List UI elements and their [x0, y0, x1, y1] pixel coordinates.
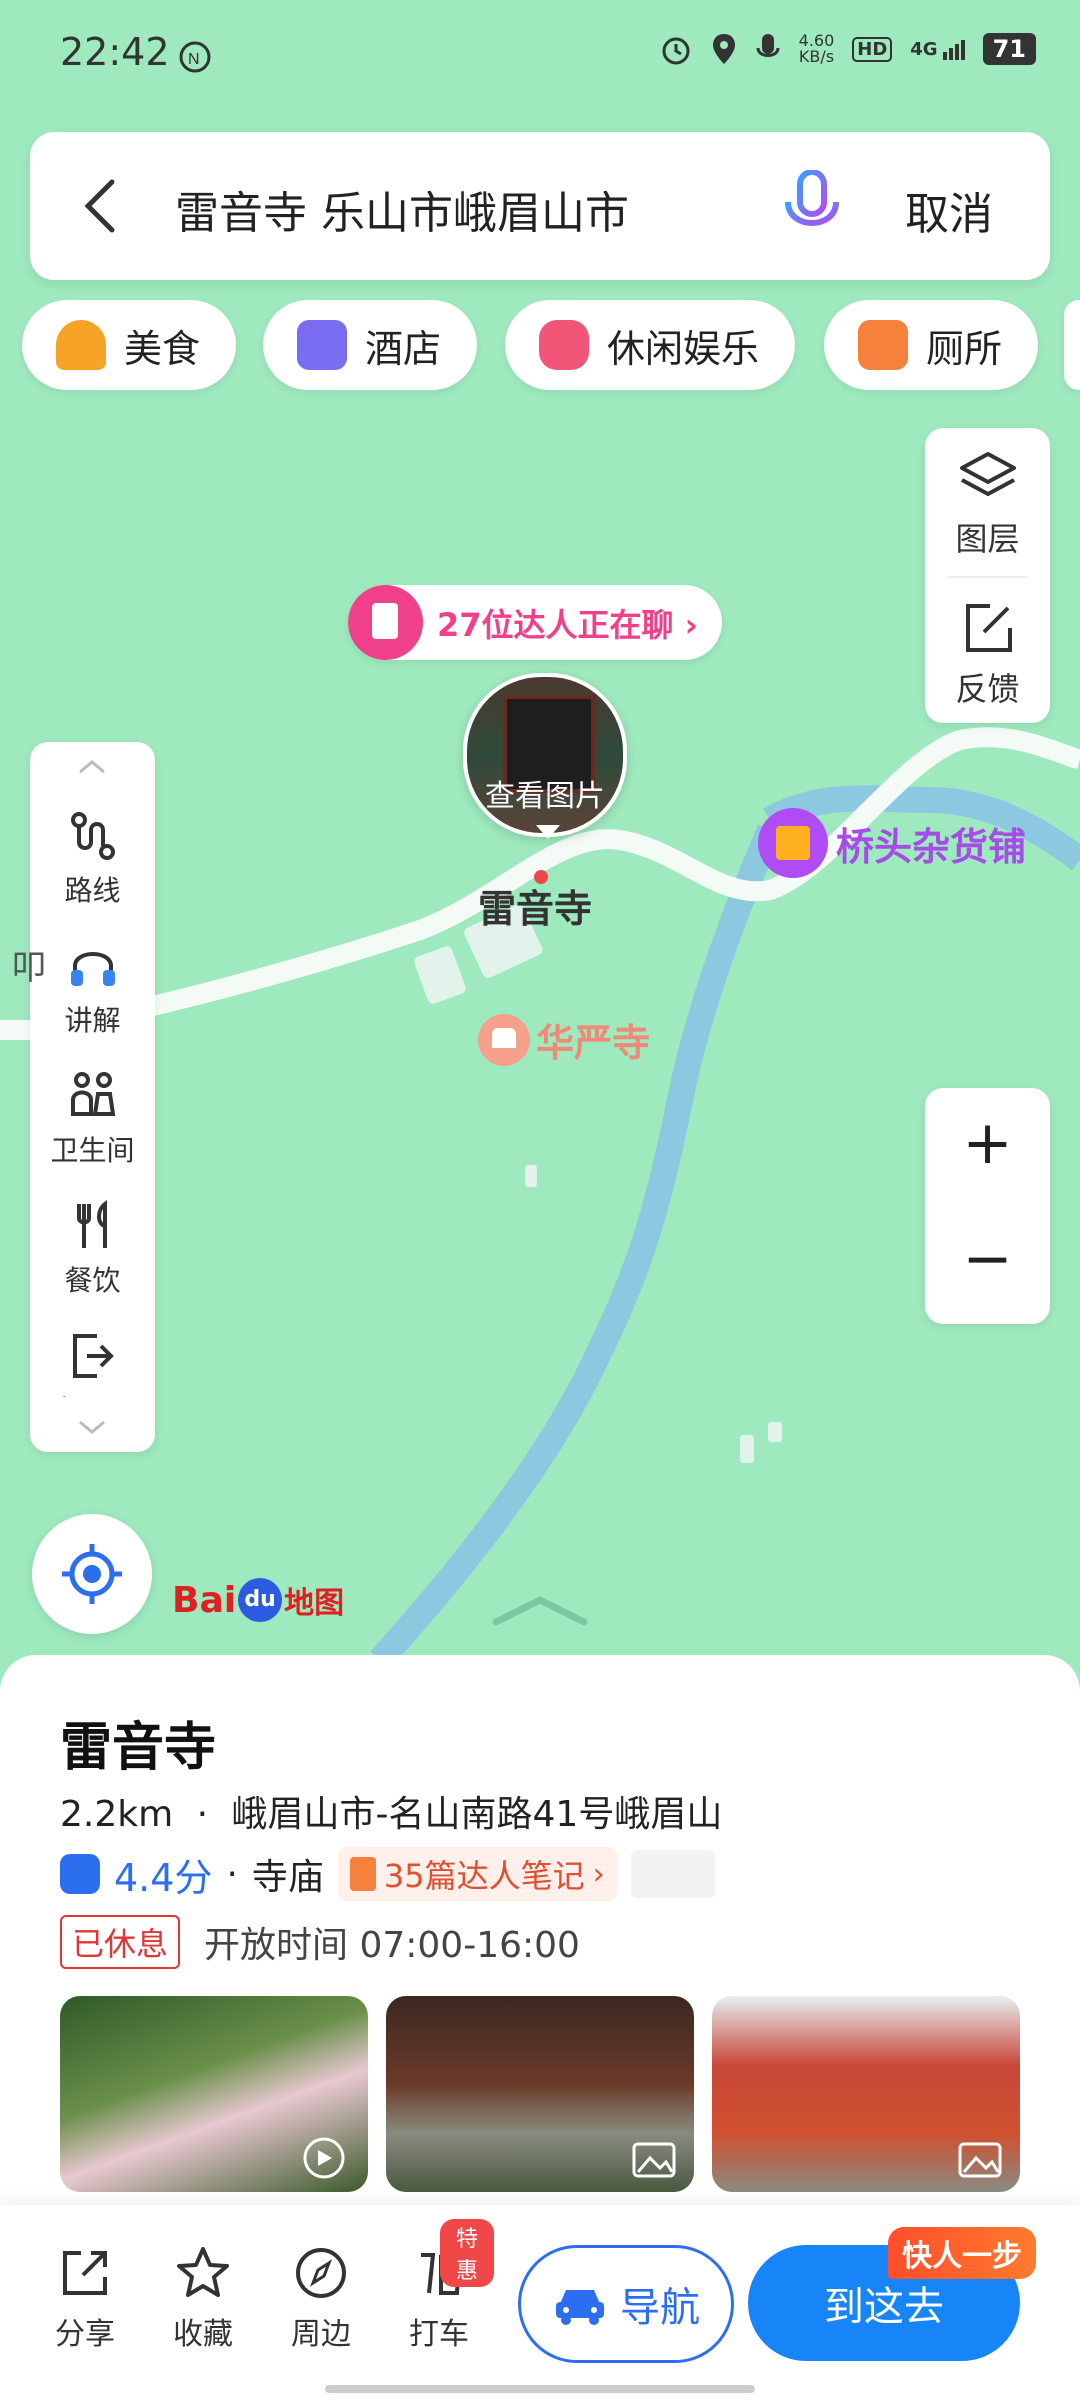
edge-label: 叩 [12, 948, 46, 988]
image-icon [958, 2142, 1002, 2178]
fork-knife-icon [76, 1199, 107, 1248]
baidu-logo: Bai du 地图 [172, 1578, 345, 1622]
svg-text:N: N [188, 51, 200, 68]
place-photo[interactable] [60, 1996, 368, 2192]
image-icon [632, 2142, 676, 2178]
rating-value: 4.4分 [114, 1855, 213, 1900]
collect-button[interactable]: 收藏 [148, 2245, 258, 2353]
voice-search-icon[interactable] [780, 170, 844, 242]
zoom-out-button[interactable]: − [925, 1224, 1050, 1294]
nfc-icon: N [179, 41, 211, 73]
feedback-button[interactable]: 反馈 [925, 600, 1050, 710]
mic-status-icon [756, 34, 780, 57]
taxi-promo-badge: 特惠 [440, 2219, 494, 2287]
location-icon [712, 34, 735, 64]
chip-food[interactable]: 美食 [22, 300, 237, 390]
status-badge: 已休息 [60, 1915, 181, 1969]
sheet-handle-chevron-icon[interactable] [490, 1592, 590, 1628]
shop-marker[interactable]: 桥头杂货铺 [758, 808, 1026, 878]
marker-pin [536, 825, 560, 839]
status-bar: 22:42 N 4.60 KB/s HD 4G 71 [0, 0, 1080, 110]
place-photo[interactable] [386, 1996, 694, 2192]
place-photo[interactable] [712, 1996, 1020, 2192]
gift-icon [758, 808, 828, 878]
divider [947, 576, 1028, 578]
notes-badge[interactable]: 35篇达人笔记 › [337, 1847, 617, 1901]
note-icon [349, 1857, 376, 1891]
net-speed: 4.60 KB/s [798, 31, 835, 66]
action-bar: 分享 收藏 周边 打车 特惠 导航 到这去 快人一步 [0, 2205, 1080, 2400]
chat-bubble[interactable]: 27位达人正在聊 › [348, 585, 722, 660]
gamepad-icon [539, 320, 589, 370]
food-icon [56, 320, 106, 370]
tool-audio-guide[interactable]: 讲解 [30, 940, 155, 1039]
alarm-icon [662, 37, 690, 65]
restroom-icon [70, 1072, 115, 1116]
place-rating-line: 4.4分 · 寺庙 35篇达人笔记 › [60, 1847, 715, 1901]
share-button[interactable]: 分享 [30, 2245, 140, 2353]
hd-badge: HD [852, 36, 893, 62]
home-indicator[interactable] [325, 2385, 755, 2393]
place-category: 寺庙 [251, 1857, 324, 1898]
building [525, 1165, 537, 1187]
placeholder-tag [630, 1850, 715, 1898]
paw-icon: du [238, 1578, 283, 1622]
chip-toilet[interactable]: 厕所 [824, 300, 1039, 390]
navigate-button[interactable]: 导航 [518, 2245, 734, 2363]
route-icon [70, 812, 115, 860]
taxi-button[interactable]: 打车 特惠 [384, 2219, 494, 2353]
building [740, 1435, 754, 1463]
locate-icon [62, 1544, 122, 1604]
hotel-icon [297, 320, 347, 370]
place-address-line: 2.2km · 峨眉山市-名山南路41号峨眉山 [60, 1794, 723, 1835]
video-icon [303, 2137, 345, 2179]
rating-icon [60, 1854, 100, 1894]
toilet-icon [858, 320, 908, 370]
chevron-down-icon[interactable] [76, 1418, 108, 1436]
status-right: 4.60 KB/s HD 4G 71 [659, 32, 1036, 66]
chip-entertainment[interactable]: 休闲娱乐 [505, 300, 796, 390]
opening-hours: 开放时间 07:00-16:00 [204, 1925, 580, 1966]
share-icon [63, 2251, 107, 2295]
signal-icon: 4G [910, 39, 965, 60]
building [414, 946, 466, 1004]
chip-more[interactable] [1064, 300, 1080, 390]
place-name: 雷音寺 [60, 1718, 217, 1778]
map-tools-panel: 图层 反馈 [925, 428, 1050, 723]
nearby-button[interactable]: 周边 [266, 2245, 376, 2353]
building [768, 1422, 782, 1442]
layers-button[interactable]: 图层 [925, 450, 1050, 560]
back-arrow-icon[interactable] [82, 178, 118, 234]
my-location-button[interactable] [32, 1514, 152, 1634]
battery-indicator: 71 [982, 33, 1036, 65]
temple-marker[interactable]: 华严寺 [478, 1012, 650, 1067]
star-icon [177, 2247, 229, 2297]
exit-icon [72, 1334, 114, 1378]
tool-route[interactable]: 路线 [30, 810, 155, 909]
poi-main-label[interactable]: 雷音寺 [478, 878, 592, 933]
scenic-tools-panel: 路线 讲解 卫生间 餐饮 出入口 [30, 742, 155, 1452]
layers-icon [959, 452, 1016, 496]
search-bar[interactable]: 雷音寺 乐山市峨眉山市 取消 [30, 132, 1050, 280]
place-hours-line: 已休息 开放时间 07:00-16:00 [60, 1915, 580, 1969]
status-time: 22:42 [60, 30, 170, 74]
search-query[interactable]: 雷音寺 乐山市峨眉山市 [175, 177, 629, 241]
cancel-button[interactable]: 取消 [905, 178, 993, 242]
compass-icon [296, 2248, 346, 2298]
chip-hotel[interactable]: 酒店 [263, 300, 478, 390]
view-photo-label: 查看图片 [485, 779, 605, 814]
notebook-icon [348, 585, 423, 660]
promo-badge: 快人一步 [888, 2227, 1036, 2279]
zoom-in-button[interactable]: + [925, 1108, 1050, 1178]
tool-dining[interactable]: 餐饮 [30, 1199, 155, 1299]
tool-restroom[interactable]: 卫生间 [30, 1070, 155, 1169]
temple-icon [478, 1013, 530, 1066]
feedback-icon [965, 604, 1012, 652]
car-icon [556, 2290, 604, 2325]
chevron-up-icon[interactable] [76, 758, 108, 776]
zoom-control: + − [925, 1088, 1050, 1324]
poi-photo-marker[interactable]: 查看图片 [463, 673, 627, 837]
headphones-icon [70, 952, 115, 986]
